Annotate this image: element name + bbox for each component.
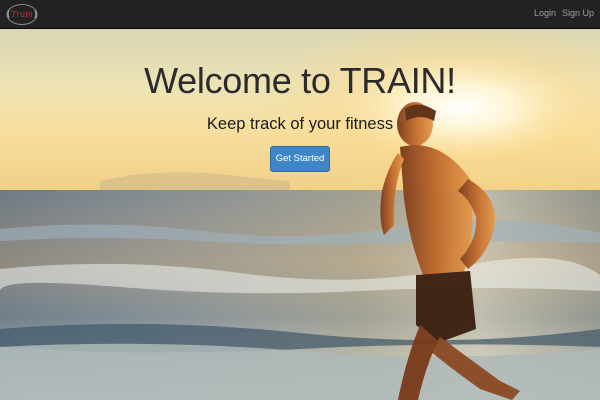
top-navbar: Train Login Sign Up	[0, 0, 600, 29]
signup-link[interactable]: Sign Up	[562, 8, 594, 18]
hero-content: Welcome to TRAIN! Keep track of your fit…	[0, 29, 600, 400]
brand-logo[interactable]: Train	[5, 3, 39, 26]
train-logo-icon: Train	[6, 4, 38, 25]
hero-tagline: Keep track of your fitness	[206, 115, 394, 133]
get-started-button[interactable]: Get Started	[270, 146, 330, 172]
brand-logo-text: Train	[11, 10, 33, 19]
hero-headline: Welcome to TRAIN!	[144, 60, 456, 101]
hero-section: Welcome to TRAIN! Keep track of your fit…	[0, 29, 600, 400]
login-link[interactable]: Login	[534, 8, 556, 18]
